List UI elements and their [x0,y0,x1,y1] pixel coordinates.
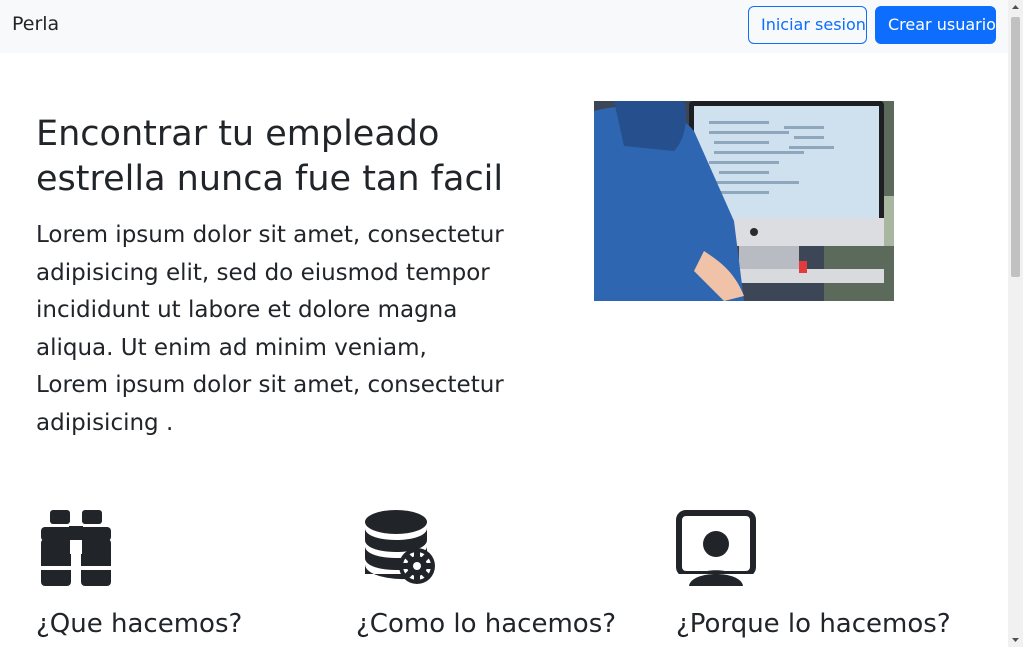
navbar: Perla Iniciar sesion Crear usuario [0,0,1008,53]
feature-title: ¿Porque lo hacemos? [676,609,951,639]
page: Perla Iniciar sesion Crear usuario Encon… [0,0,1008,647]
register-button[interactable]: Crear usuario [875,6,996,44]
scrollbar-thumb[interactable] [1011,17,1020,277]
brand-logo[interactable]: Perla [12,13,59,35]
scroll-up-arrow-icon[interactable] [1008,0,1023,15]
binoculars-icon [41,510,111,586]
page-scrollbar[interactable] [1008,0,1023,647]
login-button[interactable]: Iniciar sesion [748,6,867,44]
database-gear-icon [365,510,435,584]
feature-title: ¿Como lo hacemos? [356,609,617,639]
hero-text: Lorem ipsum dolor sit amet, consectetur … [36,222,504,436]
hero-title: Encontrar tu empleado estrella nunca fue… [36,114,504,199]
hero-image [594,101,894,301]
nav-actions: Iniciar sesion Crear usuario [748,6,996,44]
scroll-down-arrow-icon[interactable] [1008,632,1023,647]
feature-title: ¿Que hacemos? [36,609,243,639]
computer-photo [594,101,894,301]
person-video-icon [676,510,757,586]
